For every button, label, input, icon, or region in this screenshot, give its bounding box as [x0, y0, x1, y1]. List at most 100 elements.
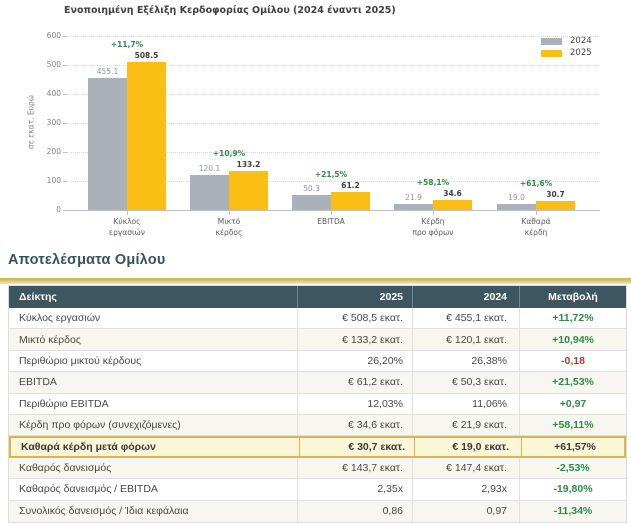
bar-value-2024-0: 455.1 [78, 67, 138, 76]
change-percent-label-2: +21,5% [296, 170, 366, 179]
indicator-cell: Μικτό κέρδος [9, 329, 298, 349]
bar-value-2025-3: 34.6 [423, 189, 483, 198]
x-tick-mark [229, 211, 230, 215]
y-tick-label: 600 [28, 31, 61, 40]
value-2025-cell: € 30,7 εκατ. [300, 438, 415, 455]
y-tick-mark [63, 36, 67, 37]
bar-2024-4 [497, 204, 536, 210]
y-tick-label: 100 [28, 176, 61, 185]
value-2024-cell: € 21,9 εκατ. [413, 415, 520, 435]
indicator-cell: Περιθώριο μικτού κέρδους [9, 351, 298, 371]
x-tick-mark [331, 211, 332, 215]
value-2024-cell: 11,06% [413, 394, 520, 414]
bar-chart: Ενοποιημένη Εξέλιξη Κερδοφορίας Ομίλου (… [0, 0, 631, 252]
x-tick-mark [536, 211, 537, 215]
legend-label-2025: 2025 [570, 48, 592, 58]
table-row: Κύκλος εργασιών€ 508,5 εκατ.€ 455,1 εκατ… [9, 308, 626, 329]
bar-2024-0 [88, 78, 127, 210]
column-header-3: Μεταβολή [520, 286, 626, 308]
legend-item-2025: 2025 [541, 47, 592, 59]
y-tick-label: 0 [28, 205, 61, 214]
change-cell: +61,57% [522, 438, 628, 455]
table-row: Μικτό κέρδος€ 133,2 εκατ.€ 120,1 εκατ.+1… [9, 329, 626, 350]
y-tick-label: 400 [28, 89, 61, 98]
value-2024-cell: € 19,0 εκατ. [415, 438, 522, 455]
table-header-row: Δείκτης20252024Μεταβολή [9, 286, 626, 308]
indicator-cell: Κέρδη προ φόρων (συνεχιζόμενες) [9, 415, 298, 435]
change-cell: -0,18 [520, 351, 626, 371]
y-tick-mark [63, 94, 67, 95]
bar-value-2025-4: 30.7 [526, 190, 586, 199]
change-percent-label-4: +61,6% [501, 179, 571, 188]
section-heading: Αποτελέσματα Ομίλου [8, 252, 165, 268]
bar-value-2025-0: 508.5 [117, 51, 177, 60]
y-tick-mark [63, 65, 67, 66]
value-2024-cell: 2,93x [413, 479, 520, 499]
indicator-cell: Καθαρός δανεισμός [9, 458, 298, 478]
x-category-label-1: Μικτό κέρδος [177, 217, 281, 238]
value-2024-cell: € 147,4 εκατ. [413, 458, 520, 478]
change-cell: +10,94% [520, 329, 626, 349]
bar-2025-0 [127, 62, 166, 210]
indicator-cell: EBITDA [9, 372, 298, 392]
column-header-2: 2024 [413, 286, 520, 308]
x-tick-mark [433, 211, 434, 215]
value-2024-cell: 0,97 [413, 501, 520, 522]
indicator-cell: Καθαρός δανεισμός / EBITDA [9, 479, 298, 499]
table-row: Καθαρός δανεισμός / EBITDA2,35x2,93x-19,… [9, 479, 626, 500]
bar-2024-2 [292, 195, 331, 210]
x-category-label-3: Κέρδη προ φόρων [381, 217, 485, 238]
indicator-cell: Περιθώριο EBITDA [9, 394, 298, 414]
y-tick-mark [63, 152, 67, 153]
table-row: Περιθώριο μικτού κέρδους26,20%26,38%-0,1… [9, 351, 626, 372]
table-row: Περιθώριο EBITDA12,03%11,06%+0,97 [9, 394, 626, 415]
legend-label-2024: 2024 [570, 36, 592, 46]
change-percent-label-1: +10,9% [194, 149, 264, 158]
value-2024-cell: € 50,3 εκατ. [413, 372, 520, 392]
y-tick-mark [63, 210, 67, 211]
y-tick-label: 200 [28, 147, 61, 156]
value-2024-cell: € 120,1 εκατ. [413, 329, 520, 349]
indicator-cell: Συνολικός δανεισμός / Ίδια κεφάλαια [9, 501, 298, 522]
chart-title: Ενοποιημένη Εξέλιξη Κερδοφορίας Ομίλου (… [64, 5, 396, 16]
value-2025-cell: € 508,5 εκατ. [298, 308, 413, 328]
value-2025-cell: 12,03% [298, 394, 413, 414]
x-tick-mark [127, 211, 128, 215]
y-tick-mark [63, 123, 67, 124]
change-cell: +58,11% [520, 415, 626, 435]
value-2025-cell: 0,86 [298, 501, 413, 522]
value-2024-cell: € 455,1 εκατ. [413, 308, 520, 328]
y-tick-mark [63, 181, 67, 182]
y-tick-label: 500 [28, 60, 61, 69]
bar-value-2025-1: 133.2 [219, 160, 279, 169]
bar-2024-1 [190, 175, 229, 210]
results-table: Δείκτης20252024Μεταβολή Κύκλος εργασιών€… [8, 285, 627, 523]
indicator-cell: Καθαρά κέρδη μετά φόρων [11, 438, 300, 455]
bar-value-2025-2: 61.2 [321, 181, 381, 190]
change-cell: +21,53% [520, 372, 626, 392]
indicator-cell: Κύκλος εργασιών [9, 308, 298, 328]
table-row: EBITDA€ 61,2 εκατ.€ 50,3 εκατ.+21,53% [9, 372, 626, 393]
gridline [67, 36, 600, 37]
value-2025-cell: € 61,2 εκατ. [298, 372, 413, 392]
legend-swatch-2025 [541, 50, 562, 57]
value-2025-cell: € 133,2 εκατ. [298, 329, 413, 349]
legend-swatch-2024 [541, 38, 562, 45]
change-percent-label-0: +11,7% [92, 40, 162, 49]
bar-2025-1 [229, 171, 268, 210]
column-header-1: 2025 [298, 286, 413, 308]
table-row: Καθαρός δανεισμός€ 143,7 εκατ.€ 147,4 εκ… [9, 458, 626, 479]
change-cell: -2,53% [520, 458, 626, 478]
bar-2024-3 [394, 204, 433, 210]
table-row: Κέρδη προ φόρων (συνεχιζόμενες)€ 34,6 εκ… [9, 415, 626, 436]
change-cell: -19,80% [520, 479, 626, 499]
bar-2025-2 [331, 192, 370, 210]
x-category-label-4: Καθαρά κέρδη [484, 217, 588, 238]
value-2024-cell: 26,38% [413, 351, 520, 371]
x-category-label-2: EBITDA [279, 217, 383, 228]
x-category-label-0: Κύκλος εργασιών [75, 217, 179, 238]
value-2025-cell: € 143,7 εκατ. [298, 458, 413, 478]
value-2025-cell: 26,20% [298, 351, 413, 371]
heading-underline [0, 278, 631, 284]
report-page: Ενοποιημένη Εξέλιξη Κερδοφορίας Ομίλου (… [0, 0, 631, 524]
